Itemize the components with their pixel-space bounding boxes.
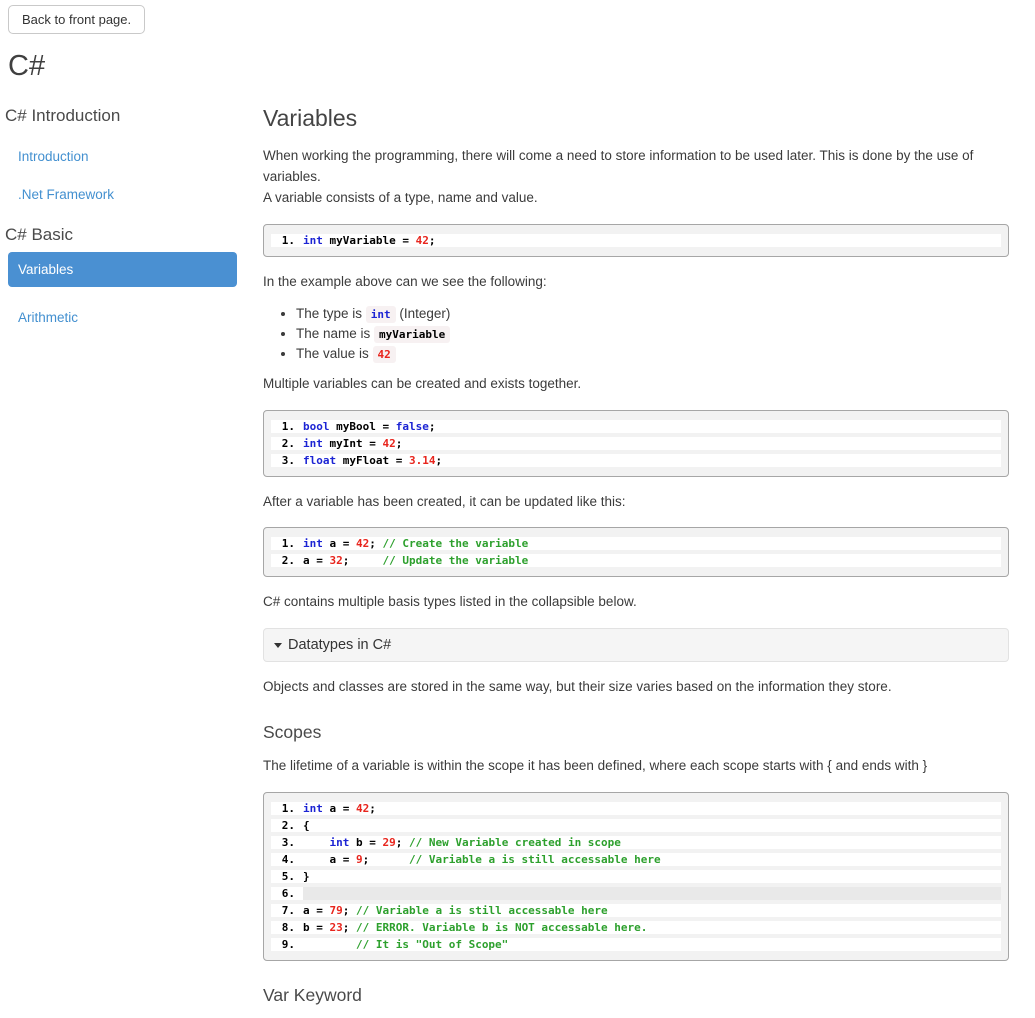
bullet-list: The type is int (Integer) The name is myV… xyxy=(263,306,1009,361)
sidebar-item-introduction[interactable]: Introduction xyxy=(18,149,237,164)
line-number: 8. xyxy=(271,921,295,934)
line-number: 2. xyxy=(271,437,295,450)
code-line-content: bool myBool = false; xyxy=(303,420,1001,433)
line-number: 1. xyxy=(271,802,295,815)
code-line-content: a = 9; // Variable a is still accessable… xyxy=(303,853,1001,866)
code-line-content: b = 23; // ERROR. Variable b is NOT acce… xyxy=(303,921,1001,934)
code-line-content: int myVariable = 42; xyxy=(303,234,1001,247)
collapsible-intro-paragraph: C# contains multiple basis types listed … xyxy=(263,592,1009,613)
list-item-text: (Integer) xyxy=(396,306,451,321)
example-intro-paragraph: In the example above can we see the foll… xyxy=(263,272,1009,293)
update-paragraph: After a variable has been created, it ca… xyxy=(263,492,1009,513)
code-line-content: float myFloat = 3.14; xyxy=(303,454,1001,467)
sidebar-heading-c-introduction: C# Introduction xyxy=(5,106,237,126)
line-number: 2. xyxy=(271,554,295,567)
code-line-content xyxy=(303,887,1001,900)
sidebar-item-arithmetic[interactable]: Arithmetic xyxy=(18,310,237,325)
code-line: 4. a = 9; // Variable a is still accessa… xyxy=(271,853,1001,866)
code-line-content: a = 32; // Update the variable xyxy=(303,554,1001,567)
collapsible-label: Datatypes in C# xyxy=(288,637,391,653)
code-block-multiple: 1. bool myBool = false; 2. int myInt = 42; 3… xyxy=(263,410,1009,477)
code-line: 1. int a = 42; xyxy=(271,802,1001,815)
list-item-text: The name is xyxy=(296,326,374,341)
code-line: 5.} xyxy=(271,870,1001,883)
list-item: The name is myVariable xyxy=(296,326,1009,341)
line-number: 9. xyxy=(271,938,295,951)
line-number: 1. xyxy=(271,537,295,550)
code-line-content: int a = 42; xyxy=(303,802,1001,815)
section-title-scopes: Scopes xyxy=(263,722,1009,743)
section-title-variables: Variables xyxy=(263,105,1009,132)
multiple-variables-paragraph: Multiple variables can be created and ex… xyxy=(263,374,1009,395)
page-title: C# xyxy=(8,51,1035,83)
topbar: Back to front page. xyxy=(0,0,1035,34)
code-line: 1. int a = 42; // Create the variable xyxy=(271,537,1001,550)
code-line: 9. // It is "Out of Scope" xyxy=(271,938,1001,951)
code-line: 1. int myVariable = 42; xyxy=(271,234,1001,247)
scopes-paragraph: The lifetime of a variable is within the… xyxy=(263,756,1009,777)
line-number: 5. xyxy=(271,870,295,883)
layout: C# Introduction Introduction .Net Framewor… xyxy=(0,97,1035,1018)
line-number: 4. xyxy=(271,853,295,866)
list-item: The type is int (Integer) xyxy=(296,306,1009,321)
code-block-declaration: 1. int myVariable = 42; xyxy=(263,224,1009,257)
inline-code: int xyxy=(366,306,396,323)
line-number: 6. xyxy=(271,887,295,900)
code-line: 2. a = 32; // Update the variable xyxy=(271,554,1001,567)
list-item: The value is 42 xyxy=(296,346,1009,361)
line-number: 1. xyxy=(271,234,295,247)
code-line-content: int b = 29; // New Variable created in s… xyxy=(303,836,1001,849)
sidebar: C# Introduction Introduction .Net Framewor… xyxy=(0,97,237,348)
inline-code: myVariable xyxy=(374,326,450,343)
code-line-content: int a = 42; // Create the variable xyxy=(303,537,1001,550)
intro-line-2: A variable consists of a type, name and … xyxy=(263,190,538,205)
code-line: 1. bool myBool = false; xyxy=(271,420,1001,433)
code-line-content: } xyxy=(303,870,1001,883)
code-line: 3. float myFloat = 3.14; xyxy=(271,454,1001,467)
code-line-content: // It is "Out of Scope" xyxy=(303,938,1001,951)
main-content: Variables When working the programming, … xyxy=(263,97,1009,1018)
line-number: 1. xyxy=(271,420,295,433)
sidebar-heading-c-basic: C# Basic xyxy=(5,225,237,245)
code-line: 7. a = 79; // Variable a is still accessa… xyxy=(271,904,1001,917)
code-block-scopes: 1. int a = 42; 2. {3. int b = 29; // New Va… xyxy=(263,792,1009,961)
line-number: 3. xyxy=(271,454,295,467)
line-number: 7. xyxy=(271,904,295,917)
caret-down-icon xyxy=(274,643,282,648)
code-line: 6. xyxy=(271,887,1001,900)
section-title-var-keyword: Var Keyword xyxy=(263,985,1009,1006)
code-line-content: { xyxy=(303,819,1001,832)
intro-line-1: When working the programming, there will… xyxy=(263,148,973,184)
intro-paragraph: When working the programming, there will… xyxy=(263,146,1009,209)
back-button[interactable]: Back to front page. xyxy=(8,5,145,34)
code-line: 3. int b = 29; // New Variable created i… xyxy=(271,836,1001,849)
code-line-content: a = 79; // Variable a is still accessabl… xyxy=(303,904,1001,917)
code-line-content: int myInt = 42; xyxy=(303,437,1001,450)
code-line: 8. b = 23; // ERROR. Variable b is NOT ac… xyxy=(271,921,1001,934)
list-item-text: The value is xyxy=(296,346,373,361)
line-number: 3. xyxy=(271,836,295,849)
datatypes-collapsible[interactable]: Datatypes in C# xyxy=(263,628,1009,662)
sidebar-item-variables[interactable]: Variables xyxy=(8,252,237,287)
code-line: 2. { xyxy=(271,819,1001,832)
list-item-text: The type is xyxy=(296,306,366,321)
inline-code: 42 xyxy=(373,346,396,363)
code-block-update: 1. int a = 42; // Create the variable 2. a … xyxy=(263,527,1009,577)
line-number: 2. xyxy=(271,819,295,832)
code-line: 2. int myInt = 42; xyxy=(271,437,1001,450)
sidebar-item-net-framework[interactable]: .Net Framework xyxy=(18,187,237,202)
objects-paragraph: Objects and classes are stored in the sa… xyxy=(263,677,1009,698)
